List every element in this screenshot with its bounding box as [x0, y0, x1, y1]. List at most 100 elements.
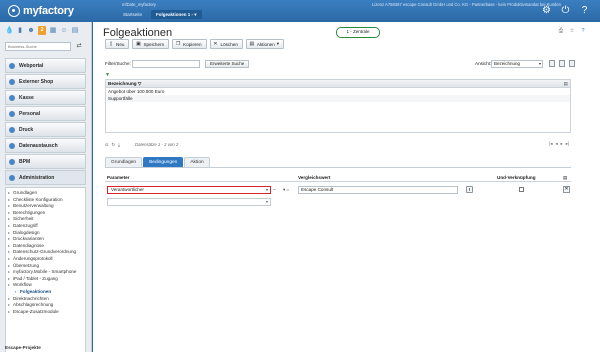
people-icon[interactable]: ☻ [27, 26, 35, 35]
tree-item[interactable]: Checkliste Konfiguration [6, 197, 85, 204]
star-icon[interactable]: ☆ [569, 28, 575, 34]
delete-button[interactable]: ✕ Löschen [209, 39, 243, 49]
tree-item[interactable]: Datenschutz-Grundverordnung [6, 249, 85, 256]
list-view-icon[interactable] [549, 60, 555, 67]
module-escape-projekte[interactable]: Escape-Projekte [5, 345, 87, 352]
tab-startseite[interactable]: Startseite [118, 10, 147, 19]
refresh-icon[interactable]: ↻ [111, 142, 115, 148]
split-view-icon[interactable] [569, 60, 575, 67]
tree-item[interactable]: Grundlagen [6, 190, 85, 197]
prev-icon[interactable]: ◂ [555, 141, 557, 147]
export-icon[interactable]: ⤓ [118, 142, 120, 148]
tree-item[interactable]: Druckvarianten [6, 236, 85, 243]
filter-icon[interactable]: ▽ [138, 81, 142, 86]
tree-item[interactable]: Datenzugriff [6, 223, 85, 230]
copy-button[interactable]: ❐ Kopieren [172, 39, 207, 49]
tree-item[interactable]: Abschlagsrechnung [6, 302, 85, 309]
sidebar: 💧 ▮ ☻ 2 ▦ ☺ ▤ ⇄ Webportal Externer Shop … [0, 22, 92, 352]
tree-item[interactable]: Berechtigungen [6, 210, 85, 217]
notification-badge-icon[interactable]: 2 [38, 25, 46, 35]
tree-item-workflow[interactable]: Workflow [6, 282, 85, 289]
drop-icon[interactable]: 💧 [5, 26, 14, 35]
administration-tree: Grundlagen Checkliste Konfiguration Benu… [5, 187, 86, 352]
detail-view-icon[interactable] [559, 60, 565, 67]
delete-x-icon: ✕ [213, 41, 218, 47]
branch-badge[interactable]: 1 - Zentrale [336, 27, 380, 38]
tab-grundlagen[interactable]: Grundlagen [105, 157, 143, 167]
tree-item[interactable]: Escape-Zusatzmodule [6, 309, 85, 316]
module-bpm[interactable]: BPM [5, 154, 86, 169]
operator-select[interactable]: ▾ = [283, 186, 295, 194]
view-select[interactable]: Bezeichnung [491, 60, 543, 68]
tree-item[interactable]: Übersetzung [6, 263, 85, 270]
module-icon [9, 158, 15, 165]
help-icon[interactable]: ? [579, 5, 590, 16]
tree-item[interactable]: myfactory.Mobile - Smartphone [6, 269, 85, 276]
tree-item-folgeaktionen[interactable]: Folgeaktionen [6, 289, 85, 296]
new-button[interactable]: ▯ Neu [105, 39, 130, 49]
tree-item[interactable]: iPad / Tablet - Zugang [6, 276, 85, 283]
column-header-bezeichnung[interactable]: Bezeichnung [108, 81, 137, 86]
remove-operator-icon[interactable]: – [273, 187, 276, 193]
next-icon[interactable]: ▸ [561, 141, 563, 147]
help-circle-icon[interactable]: ? [580, 28, 586, 34]
column-parameter: Parameter [107, 175, 130, 180]
parameter-select[interactable]: Verantwortlicher [107, 186, 271, 194]
module-druck[interactable]: Druck [5, 122, 86, 137]
logo-text: myfactory [23, 5, 74, 17]
compare-value-input[interactable]: Escape Consult [298, 186, 458, 194]
column-and-link: Und-Verknüpfung [497, 175, 536, 180]
grid-icon[interactable]: ▤ [71, 26, 79, 35]
grid-header[interactable]: Bezeichnung ▽ ▤ [106, 80, 570, 88]
tree-item[interactable]: Datendiagnose [6, 243, 85, 250]
power-icon[interactable]: ⏻ [560, 5, 571, 16]
module-personal[interactable]: Personal [5, 106, 86, 121]
filter-row: Filter/Suche: Erweiterte Suche Ansicht: … [105, 60, 583, 69]
module-externer-shop[interactable]: Externer Shop [5, 74, 86, 89]
business-search-input[interactable] [5, 42, 71, 51]
new-parameter-select[interactable] [107, 198, 271, 206]
first-icon[interactable]: |◂ [549, 141, 552, 147]
and-link-checkbox[interactable] [519, 187, 524, 192]
delete-row-button[interactable]: ✕ [563, 186, 570, 193]
calendar-icon[interactable]: ▦ [49, 26, 57, 35]
list-item[interactable]: Angebot über 100.000 Euro [106, 88, 570, 95]
top-icons: ⚙ ⏻ ? [541, 5, 590, 16]
tree-item[interactable]: Änderungsprotokoll [6, 256, 85, 263]
actions-button[interactable]: ▤ Aktionen ▾ [245, 39, 285, 49]
column-compare-value: Vergleichswert [298, 175, 331, 180]
extended-search-button[interactable]: Erweiterte Suche [205, 60, 250, 68]
gear-icon[interactable]: ⚙ [541, 5, 552, 16]
toolbar: ▯ Neu ▣ Speichern ❐ Kopieren ✕ Löschen ▤ Akti… [105, 39, 285, 49]
tree-item[interactable]: Direktnachrichten [6, 296, 85, 303]
first-page-icon[interactable]: ⎌ [105, 142, 108, 148]
page-title: Folgeaktionen [103, 27, 173, 39]
tree-item[interactable]: Benutzerverwaltung [6, 203, 85, 210]
module-datenaustausch[interactable]: Datenaustausch [5, 138, 86, 153]
filter-search-input[interactable] [132, 60, 200, 68]
info-button[interactable]: ! [466, 186, 473, 193]
table-row: Verantwortlicher – ▾ = Escape Consult ! … [105, 185, 571, 206]
column-settings-icon[interactable]: ▤ [564, 80, 568, 87]
module-icon [9, 174, 15, 181]
module-kasse[interactable]: Kasse [5, 90, 86, 105]
tab-bedingungen[interactable]: Bedingungen [143, 157, 184, 167]
print-icon[interactable]: ⎙ [558, 28, 564, 34]
user-icon[interactable]: ☺ [60, 26, 68, 35]
chart-icon[interactable]: ▮ [16, 26, 24, 35]
view-mode-icons [549, 60, 575, 67]
last-icon[interactable]: ▸| [566, 141, 569, 147]
new-document-icon: ▯ [109, 41, 113, 47]
tab-aktion[interactable]: Aktion [184, 157, 210, 167]
tree-item[interactable]: Sicherheit [6, 216, 85, 223]
module-administration[interactable]: Administration [5, 170, 86, 185]
filter-funnel-icon[interactable]: ▼ [105, 72, 110, 78]
add-row-icon[interactable]: ▤ [563, 175, 567, 181]
module-webportal[interactable]: Webportal [5, 58, 86, 73]
module-icon [9, 62, 15, 69]
list-item[interactable]: Supportfälle [106, 95, 570, 102]
search-toggle-icon[interactable]: ⇄ [74, 42, 84, 51]
save-button[interactable]: ▣ Speichern [132, 39, 170, 49]
tab-folgeaktionen[interactable]: Folgeaktionen 1 - ▾ [151, 10, 202, 19]
tree-item[interactable]: Dialogdesign [6, 230, 85, 237]
